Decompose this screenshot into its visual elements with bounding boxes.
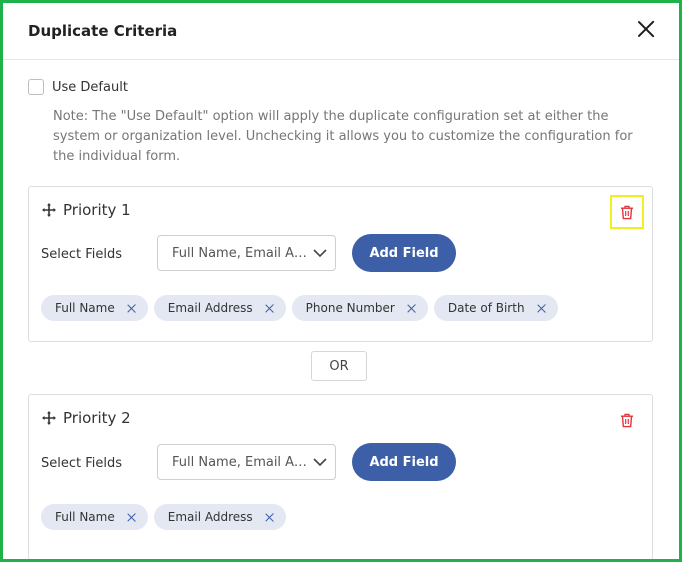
trash-icon	[621, 205, 633, 219]
select-fields-label: Select Fields	[41, 456, 123, 471]
chevron-down-icon	[313, 458, 327, 467]
or-separator-button[interactable]: OR	[311, 351, 367, 381]
chip-label: Date of Birth	[447, 301, 525, 315]
remove-chip-icon[interactable]	[265, 304, 274, 313]
select-fields-dropdown[interactable]: Full Name, Email Address, Phone Number, …	[157, 235, 336, 271]
field-chip: Date of Birth	[433, 295, 558, 321]
use-default-option[interactable]: Use Default	[28, 77, 128, 97]
add-field-button[interactable]: Add Field	[352, 443, 456, 481]
remove-chip-icon[interactable]	[265, 513, 274, 522]
priority-title: Priority 1	[63, 201, 131, 219]
remove-chip-icon[interactable]	[127, 513, 136, 522]
delete-priority-button[interactable]	[610, 195, 644, 229]
field-chip: Email Address	[153, 504, 286, 530]
field-chip: Email Address	[153, 295, 286, 321]
selected-field-chips: Full Name Email Address	[41, 504, 286, 530]
chevron-down-icon	[313, 249, 327, 258]
priority-header: Priority 1	[41, 201, 131, 219]
select-fields-value: Full Name, Email Address	[172, 454, 308, 470]
remove-chip-icon[interactable]	[407, 304, 416, 313]
use-default-label: Use Default	[52, 79, 128, 95]
use-default-checkbox[interactable]	[28, 79, 44, 95]
priority-title: Priority 2	[63, 409, 131, 427]
dialog: Duplicate Criteria Use Default Note: The…	[0, 0, 682, 562]
remove-chip-icon[interactable]	[127, 304, 136, 313]
close-icon[interactable]	[635, 18, 657, 40]
chip-label: Phone Number	[305, 301, 395, 315]
chip-label: Full Name	[55, 301, 115, 315]
remove-chip-icon[interactable]	[537, 304, 546, 313]
dialog-title: Duplicate Criteria	[28, 22, 178, 40]
field-chip: Full Name	[41, 295, 148, 321]
chip-label: Email Address	[167, 301, 253, 315]
add-field-button[interactable]: Add Field	[352, 234, 456, 272]
field-chip: Full Name	[41, 504, 148, 530]
delete-priority-button[interactable]	[610, 403, 644, 437]
priority-header: Priority 2	[41, 409, 131, 427]
priority-card-1: Priority 1 Select Fields Full Name, Emai…	[28, 186, 653, 342]
priority-card-2: Priority 2 Select Fields Full Name, Emai…	[28, 394, 653, 559]
select-fields-dropdown[interactable]: Full Name, Email Address	[157, 444, 336, 480]
field-chip: Phone Number	[291, 295, 428, 321]
trash-icon	[621, 413, 633, 427]
move-icon[interactable]	[41, 410, 57, 426]
chip-label: Full Name	[55, 510, 115, 524]
dialog-header: Duplicate Criteria	[3, 3, 679, 60]
chip-label: Email Address	[167, 510, 253, 524]
select-fields-label: Select Fields	[41, 247, 123, 262]
use-default-note: Note: The "Use Default" option will appl…	[53, 109, 633, 164]
select-fields-value: Full Name, Email Address, Phone Number, …	[172, 245, 308, 261]
move-icon[interactable]	[41, 202, 57, 218]
selected-field-chips: Full Name Email Address Phone Number Dat…	[41, 295, 558, 321]
